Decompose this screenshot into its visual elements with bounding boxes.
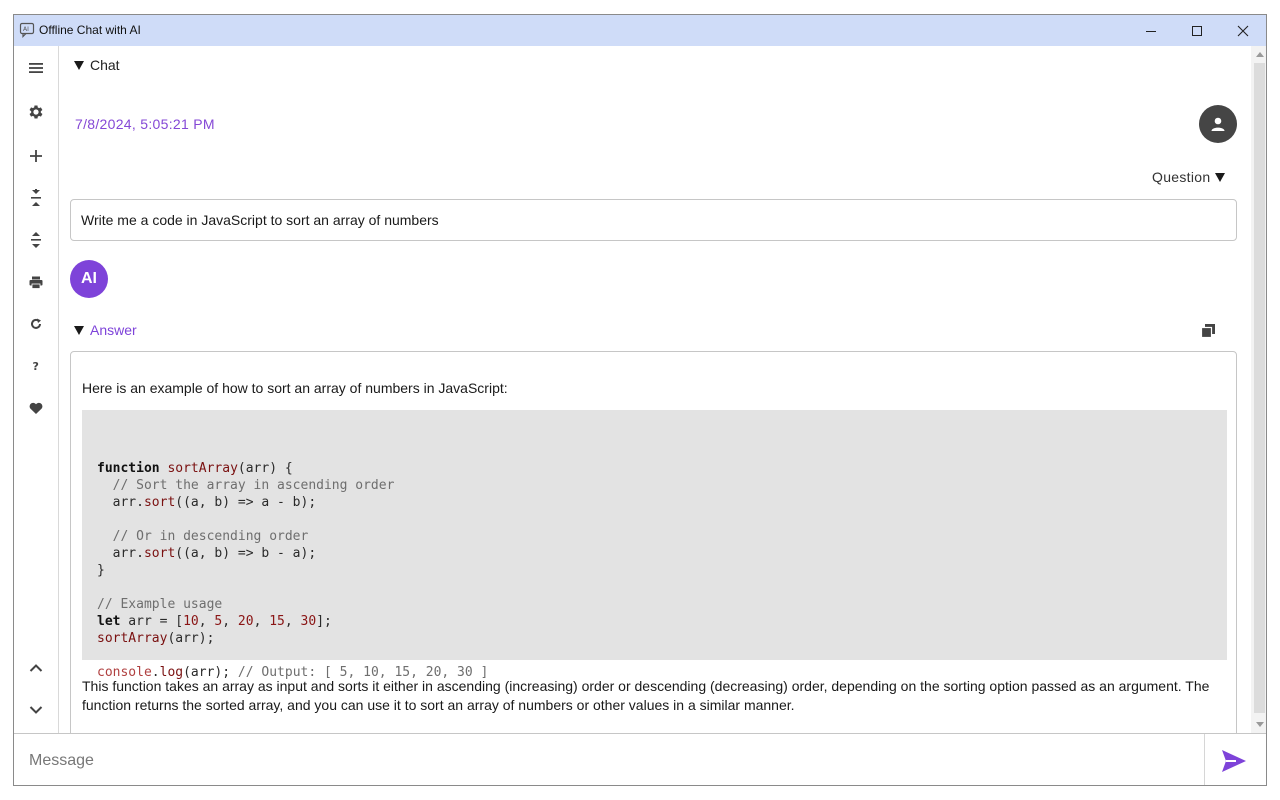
send-icon[interactable] <box>1220 748 1248 774</box>
title-bar: AI Offline Chat with AI <box>14 15 1266 46</box>
close-button[interactable] <box>1220 15 1266 46</box>
copy-icon[interactable] <box>1200 323 1216 339</box>
sidebar-item-scroll-down[interactable] <box>25 699 47 721</box>
printer-icon <box>29 276 43 289</box>
chevron-up-icon <box>29 664 43 672</box>
answer-message: Here is an example of how to sort an arr… <box>70 351 1237 733</box>
heart-icon <box>29 402 43 414</box>
sidebar-item-expand-all[interactable] <box>25 229 47 251</box>
scroll-down-arrow[interactable] <box>1251 717 1266 731</box>
user-icon <box>1211 117 1225 131</box>
scrollbar-thumb[interactable] <box>1254 63 1265 713</box>
collapse-triangle-icon <box>74 60 84 70</box>
code-line: function sortArray(arr) { <box>97 461 293 476</box>
sidebar-item-scroll-up[interactable] <box>25 657 47 679</box>
maximize-button[interactable] <box>1174 15 1220 46</box>
close-icon <box>1237 25 1249 36</box>
sidebar-item-refresh[interactable] <box>25 313 47 335</box>
answer-label: Answer <box>90 322 137 338</box>
sidebar-item-print[interactable] <box>25 271 47 293</box>
refresh-icon <box>31 318 41 329</box>
expand-arrows-icon <box>31 232 41 248</box>
app-icon: AI <box>19 22 35 38</box>
maximize-icon <box>1192 25 1202 36</box>
scroll-down-arrow-icon <box>1255 722 1264 727</box>
collapse-arrows-icon <box>31 189 41 206</box>
code-line: sortArray(arr); <box>97 631 215 646</box>
answer-outro-text: This function takes an array as input an… <box>82 678 1210 713</box>
scroll-up-arrow[interactable] <box>1251 48 1266 62</box>
question-triangle-icon <box>1215 172 1226 182</box>
gear-icon <box>29 105 43 119</box>
question-message: Write me a code in JavaScript to sort an… <box>70 199 1237 241</box>
code-line: } <box>97 563 105 578</box>
code-line: // Example usage <box>97 597 223 612</box>
chevron-down-icon <box>29 706 43 714</box>
app-window: AI Offline Chat with AI ? Chat 7/8/2024,… <box>13 14 1267 786</box>
scroll-up-arrow-icon <box>1255 52 1264 57</box>
code-line: let arr = [10, 5, 20, 15, 30]; <box>97 614 332 629</box>
answer-triangle-icon <box>74 325 84 335</box>
code-line: // Or in descending order <box>112 529 309 544</box>
sidebar-item-favorite[interactable] <box>25 397 47 419</box>
sidebar-item-new-chat[interactable] <box>25 145 47 167</box>
code-line: // Sort the array in ascending order <box>112 478 395 493</box>
svg-text:?: ? <box>33 360 39 373</box>
window-title: Offline Chat with AI <box>39 23 141 37</box>
code-line: arr.sort((a, b) => b - a); <box>97 546 317 561</box>
chat-content: Chat 7/8/2024, 5:05:21 PM Question Write… <box>59 46 1251 733</box>
code-block: function sortArray(arr) { // Sort the ar… <box>82 410 1227 680</box>
svg-text:AI: AI <box>23 26 29 33</box>
user-avatar <box>1199 105 1237 143</box>
ai-avatar: AI <box>70 260 108 298</box>
question-mark-icon: ? <box>33 360 39 373</box>
message-timestamp: 7/8/2024, 5:05:21 PM <box>75 116 215 132</box>
sidebar-item-settings[interactable] <box>25 101 47 123</box>
minimize-icon <box>1146 30 1156 32</box>
sidebar-item-help[interactable]: ? <box>25 355 47 377</box>
code-line: arr.sort((a, b) => a - b); <box>97 495 317 510</box>
answer-toggle[interactable]: Answer <box>74 322 137 338</box>
message-composer <box>14 733 1266 785</box>
sidebar-item-collapse-all[interactable] <box>25 187 47 209</box>
chat-section-toggle[interactable]: Chat <box>74 57 120 73</box>
question-label: Question <box>1152 169 1211 185</box>
chat-section-label: Chat <box>90 57 120 73</box>
answer-intro-text: Here is an example of how to sort an arr… <box>82 380 508 396</box>
vertical-scrollbar[interactable] <box>1251 46 1266 733</box>
question-toggle[interactable]: Question <box>1152 169 1226 185</box>
plus-icon <box>30 150 42 162</box>
hamburger-menu-icon <box>29 63 43 73</box>
message-input[interactable] <box>14 734 1205 785</box>
sidebar-item-menu[interactable] <box>25 57 47 79</box>
minimize-button[interactable] <box>1128 15 1174 46</box>
sidebar: ? <box>14 46 59 733</box>
